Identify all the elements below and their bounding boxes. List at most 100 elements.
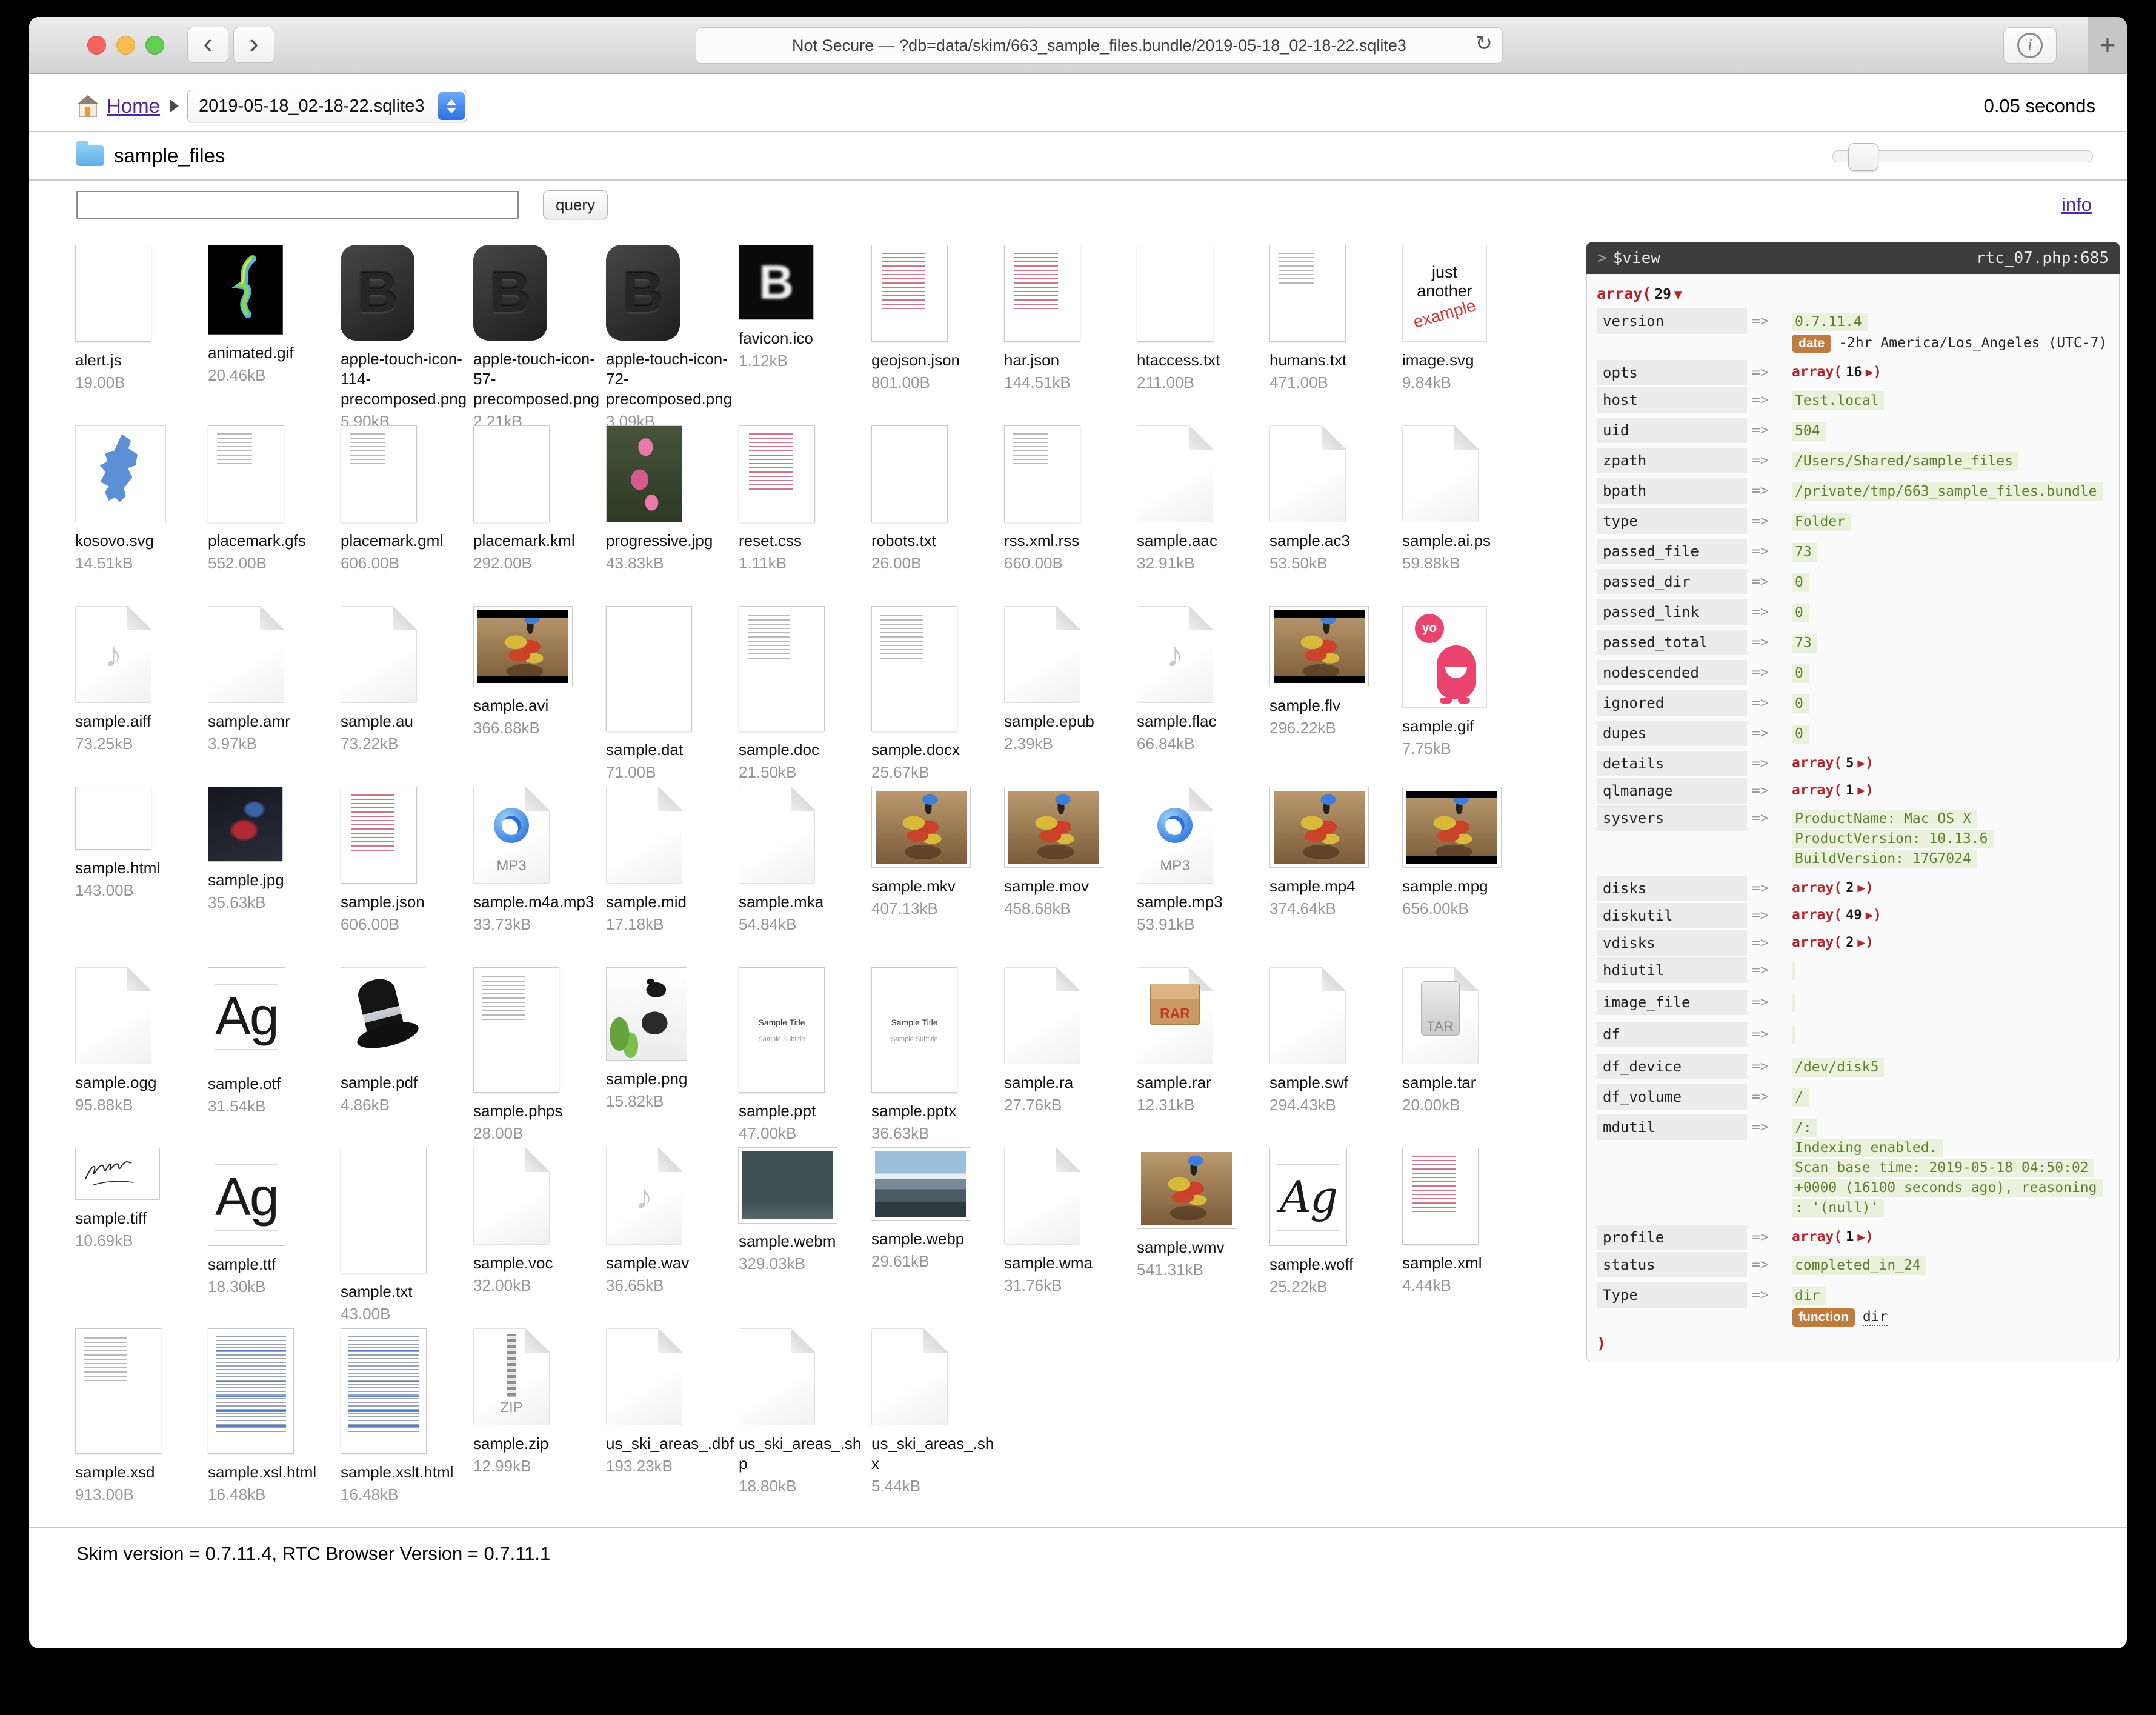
back-button[interactable]: ‹ <box>187 27 228 63</box>
array-toggle[interactable]: array(2▶) <box>1792 934 1874 950</box>
file-item[interactable]: sample.wmv541.31kB <box>1137 1148 1265 1328</box>
query-button[interactable]: query <box>543 190 608 219</box>
file-item[interactable]: Bapple-touch-icon-57-precomposed.png2.21… <box>473 245 602 425</box>
file-item[interactable]: sample.mp4374.64kB <box>1269 787 1398 967</box>
file-item[interactable]: justanotherexampleimage.svg9.84kB <box>1402 245 1531 425</box>
file-item[interactable]: sample.tiff10.69kB <box>75 1148 204 1328</box>
file-item[interactable]: Sample TitleSample Subtitlesample.pptx36… <box>871 967 1000 1148</box>
file-item[interactable]: us_ski_areas_.shp18.80kB <box>739 1328 867 1509</box>
file-item[interactable]: sample.mid17.18kB <box>606 787 734 967</box>
file-item[interactable]: Agsample.otf31.54kB <box>208 967 336 1148</box>
address-bar[interactable]: Not Secure — ?db=data/skim/663_sample_fi… <box>696 27 1503 64</box>
file-item[interactable]: Bapple-touch-icon-114-precomposed.png5.9… <box>341 245 469 425</box>
file-item[interactable]: Agsample.ttf18.30kB <box>208 1148 336 1328</box>
file-item[interactable]: sample.aac32.91kB <box>1137 425 1265 606</box>
file-item[interactable]: sample.au73.22kB <box>341 606 469 787</box>
thumbnail-size-slider[interactable] <box>1832 145 2093 166</box>
file-item[interactable]: sample.txt43.00B <box>341 1148 469 1328</box>
file-item[interactable]: sample.json606.00B <box>341 787 469 967</box>
array-toggle[interactable]: array(5▶) <box>1792 755 1874 771</box>
file-item[interactable]: us_ski_areas_.shx5.44kB <box>871 1328 1000 1509</box>
file-item[interactable]: kosovo.svg14.51kB <box>75 425 204 606</box>
info-button[interactable]: i <box>2003 27 2057 64</box>
minimize-window-button[interactable] <box>116 36 135 55</box>
file-item[interactable]: ZIPsample.zip12.99kB <box>473 1328 602 1509</box>
file-item[interactable]: sample.ogg95.88kB <box>75 967 204 1148</box>
home-link[interactable]: Home <box>107 95 160 118</box>
file-item[interactable]: rss.xml.rss660.00B <box>1004 425 1133 606</box>
reload-icon[interactable]: ↻ <box>1476 32 1493 56</box>
file-item[interactable]: sample.pdf4.86kB <box>341 967 469 1148</box>
file-item[interactable]: sample.jpg35.63kB <box>208 787 336 967</box>
file-item[interactable]: animated.gif20.46kB <box>208 245 336 425</box>
file-item[interactable]: MP3sample.m4a.mp333.73kB <box>473 787 602 967</box>
file-item[interactable]: reset.css1.11kB <box>739 425 867 606</box>
file-item[interactable]: sample.amr3.97kB <box>208 606 336 787</box>
collapse-triangle-icon[interactable]: ▼ <box>1674 287 1682 302</box>
inspector-value: /Users/Shared/sample_files <box>1791 448 2109 476</box>
file-item[interactable]: sample.mpg656.00kB <box>1402 787 1531 967</box>
file-item[interactable]: ♪sample.flac66.84kB <box>1137 606 1265 787</box>
string-value: /: <box>1792 1119 1817 1137</box>
file-item[interactable]: geojson.json801.00B <box>871 245 1000 425</box>
file-item[interactable]: placemark.kml292.00B <box>473 425 602 606</box>
file-item[interactable]: Bapple-touch-icon-72-precomposed.png3.09… <box>606 245 734 425</box>
file-item[interactable]: sample.swf294.43kB <box>1269 967 1398 1148</box>
file-item[interactable]: sample.mov458.68kB <box>1004 787 1133 967</box>
slider-thumb[interactable] <box>1848 143 1878 171</box>
file-item[interactable]: TARsample.tar20.00kB <box>1402 967 1531 1148</box>
file-item[interactable]: sample.mka54.84kB <box>739 787 867 967</box>
file-item[interactable]: sample.dat71.00B <box>606 606 734 787</box>
file-item[interactable]: sample.xslt.html16.48kB <box>341 1328 469 1509</box>
file-item[interactable]: har.json144.51kB <box>1004 245 1133 425</box>
forward-button[interactable]: › <box>233 27 274 63</box>
file-item[interactable]: yosample.gif7.75kB <box>1402 606 1531 787</box>
file-item[interactable]: sample.doc21.50kB <box>739 606 867 787</box>
database-select[interactable]: 2019-05-18_02-18-22.sqlite3 <box>187 90 467 122</box>
array-toggle[interactable]: array(49▶) <box>1792 907 1882 923</box>
file-item[interactable]: ♪sample.wav36.65kB <box>606 1148 734 1328</box>
file-thumbnail <box>208 1328 294 1454</box>
close-window-button[interactable] <box>87 36 106 55</box>
file-item[interactable]: sample.avi366.88kB <box>473 606 602 787</box>
array-toggle[interactable]: array(1▶) <box>1792 782 1874 798</box>
array-toggle[interactable]: array(16▶) <box>1792 364 1882 380</box>
file-item[interactable]: sample.epub2.39kB <box>1004 606 1133 787</box>
file-item[interactable]: sample.webp29.61kB <box>871 1148 1000 1328</box>
new-tab-button[interactable]: + <box>2088 17 2127 73</box>
file-item[interactable]: RARsample.rar12.31kB <box>1137 967 1265 1148</box>
file-item[interactable]: Agsample.woff25.22kB <box>1269 1148 1398 1328</box>
file-item[interactable]: sample.xsl.html16.48kB <box>208 1328 336 1509</box>
file-item[interactable]: sample.ai.ps59.88kB <box>1402 425 1531 606</box>
array-toggle[interactable]: array(2▶) <box>1792 880 1874 896</box>
file-item[interactable]: placemark.gfs552.00B <box>208 425 336 606</box>
file-item[interactable]: sample.wma31.76kB <box>1004 1148 1133 1328</box>
file-item[interactable]: humans.txt471.00B <box>1269 245 1398 425</box>
file-item[interactable]: Bfavicon.ico1.12kB <box>739 245 867 425</box>
file-item[interactable]: sample.webm329.03kB <box>739 1148 867 1328</box>
file-item[interactable]: sample.ac353.50kB <box>1269 425 1398 606</box>
file-item[interactable]: sample.mkv407.13kB <box>871 787 1000 967</box>
file-item[interactable]: alert.js19.00B <box>75 245 204 425</box>
file-item[interactable]: sample.xml4.44kB <box>1402 1148 1531 1328</box>
query-input[interactable] <box>76 191 519 219</box>
file-item[interactable]: robots.txt26.00B <box>871 425 1000 606</box>
file-item[interactable]: sample.phps28.00B <box>473 967 602 1148</box>
file-item[interactable]: us_ski_areas_.dbf193.23kB <box>606 1328 734 1509</box>
file-item[interactable]: sample.flv296.22kB <box>1269 606 1398 787</box>
file-item[interactable]: ♪sample.aiff73.25kB <box>75 606 204 787</box>
file-item[interactable]: htaccess.txt211.00B <box>1137 245 1265 425</box>
file-item[interactable]: sample.voc32.00kB <box>473 1148 602 1328</box>
file-item[interactable]: placemark.gml606.00B <box>341 425 469 606</box>
zoom-window-button[interactable] <box>145 36 164 55</box>
file-item[interactable]: sample.html143.00B <box>75 787 204 967</box>
info-link[interactable]: info <box>2061 194 2092 216</box>
file-item[interactable]: sample.ra27.76kB <box>1004 967 1133 1148</box>
array-toggle[interactable]: array(1▶) <box>1792 1229 1874 1245</box>
file-item[interactable]: Sample TitleSample Subtitlesample.ppt47.… <box>739 967 867 1148</box>
file-item[interactable]: sample.xsd913.00B <box>75 1328 204 1509</box>
file-item[interactable]: progressive.jpg43.83kB <box>606 425 734 606</box>
file-item[interactable]: MP3sample.mp353.91kB <box>1137 787 1265 967</box>
file-item[interactable]: sample.png15.82kB <box>606 967 734 1148</box>
file-item[interactable]: sample.docx25.67kB <box>871 606 1000 787</box>
